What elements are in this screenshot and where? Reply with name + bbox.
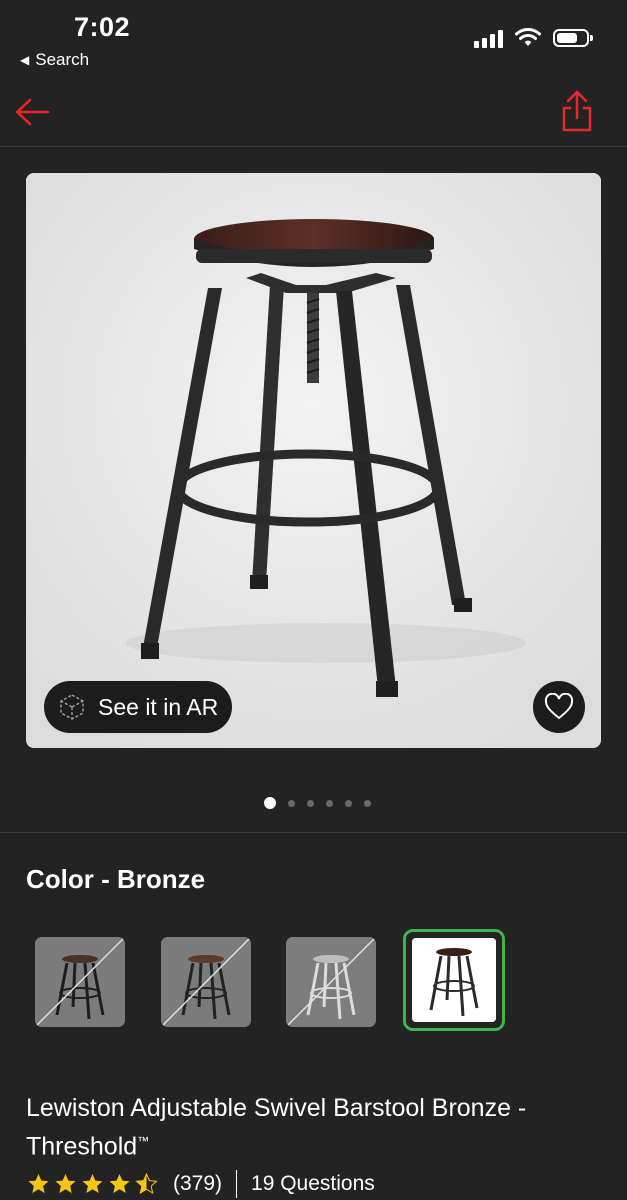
star-icon — [109, 1174, 130, 1193]
trademark-symbol: ™ — [137, 1134, 150, 1148]
wifi-icon — [515, 28, 541, 46]
rating-stars — [26, 1172, 159, 1196]
star-icon — [55, 1174, 76, 1193]
ar-button-label: See it in AR — [98, 693, 219, 720]
back-triangle-icon: ◀ — [20, 53, 30, 67]
star-icon — [28, 1174, 49, 1193]
rating-separator — [236, 1170, 238, 1198]
product-image-card[interactable]: See it in AR — [26, 173, 601, 748]
arrow-left-icon[interactable] — [12, 92, 52, 132]
color-swatch-4-bronze-selected[interactable] — [403, 929, 505, 1031]
half-star-icon — [135, 1172, 158, 1195]
see-it-in-ar-button[interactable]: See it in AR — [44, 681, 233, 733]
status-icons — [474, 28, 593, 48]
status-back-label: Search — [35, 50, 90, 69]
battery-icon — [553, 29, 593, 47]
pager-dot-3[interactable] — [307, 799, 314, 807]
pager-dot-1[interactable] — [264, 797, 276, 809]
color-swatch-1-unavailable[interactable] — [35, 937, 125, 1027]
swatch-stool-image — [161, 937, 251, 1027]
image-pager[interactable] — [0, 797, 627, 809]
questions-link[interactable]: 19 Questions — [251, 1172, 375, 1196]
pager-dot-4[interactable] — [326, 799, 333, 807]
product-title-text: Lewiston Adjustable Swivel Barstool Bron… — [26, 1094, 527, 1161]
swatch-stool-image — [286, 937, 376, 1027]
star-icon — [82, 1174, 103, 1193]
product-title: Lewiston Adjustable Swivel Barstool Bron… — [26, 1092, 616, 1163]
signal-icon — [474, 28, 503, 48]
rating-row[interactable]: (379) 19 Questions — [26, 1170, 375, 1198]
heart-icon — [544, 693, 574, 720]
color-label: Color - Bronze — [26, 864, 206, 894]
review-count[interactable]: (379) — [173, 1172, 222, 1196]
pager-dot-6[interactable] — [364, 799, 371, 807]
pager-dot-2[interactable] — [288, 799, 295, 807]
status-time: 7:02 — [74, 12, 131, 42]
favorite-button[interactable] — [533, 681, 585, 733]
color-swatch-2-unavailable[interactable] — [161, 937, 251, 1027]
product-image-barstool — [26, 173, 601, 748]
swatch-stool-image — [412, 938, 496, 1022]
ar-cube-icon — [60, 694, 84, 720]
swatch-stool-image — [35, 937, 125, 1027]
color-swatch-3-unavailable[interactable] — [286, 937, 376, 1027]
status-back-to-search[interactable]: ◀ Search — [20, 50, 89, 70]
share-icon[interactable] — [559, 88, 595, 134]
section-divider — [0, 832, 627, 833]
nav-bar — [0, 80, 627, 147]
pager-dot-5[interactable] — [345, 799, 352, 807]
